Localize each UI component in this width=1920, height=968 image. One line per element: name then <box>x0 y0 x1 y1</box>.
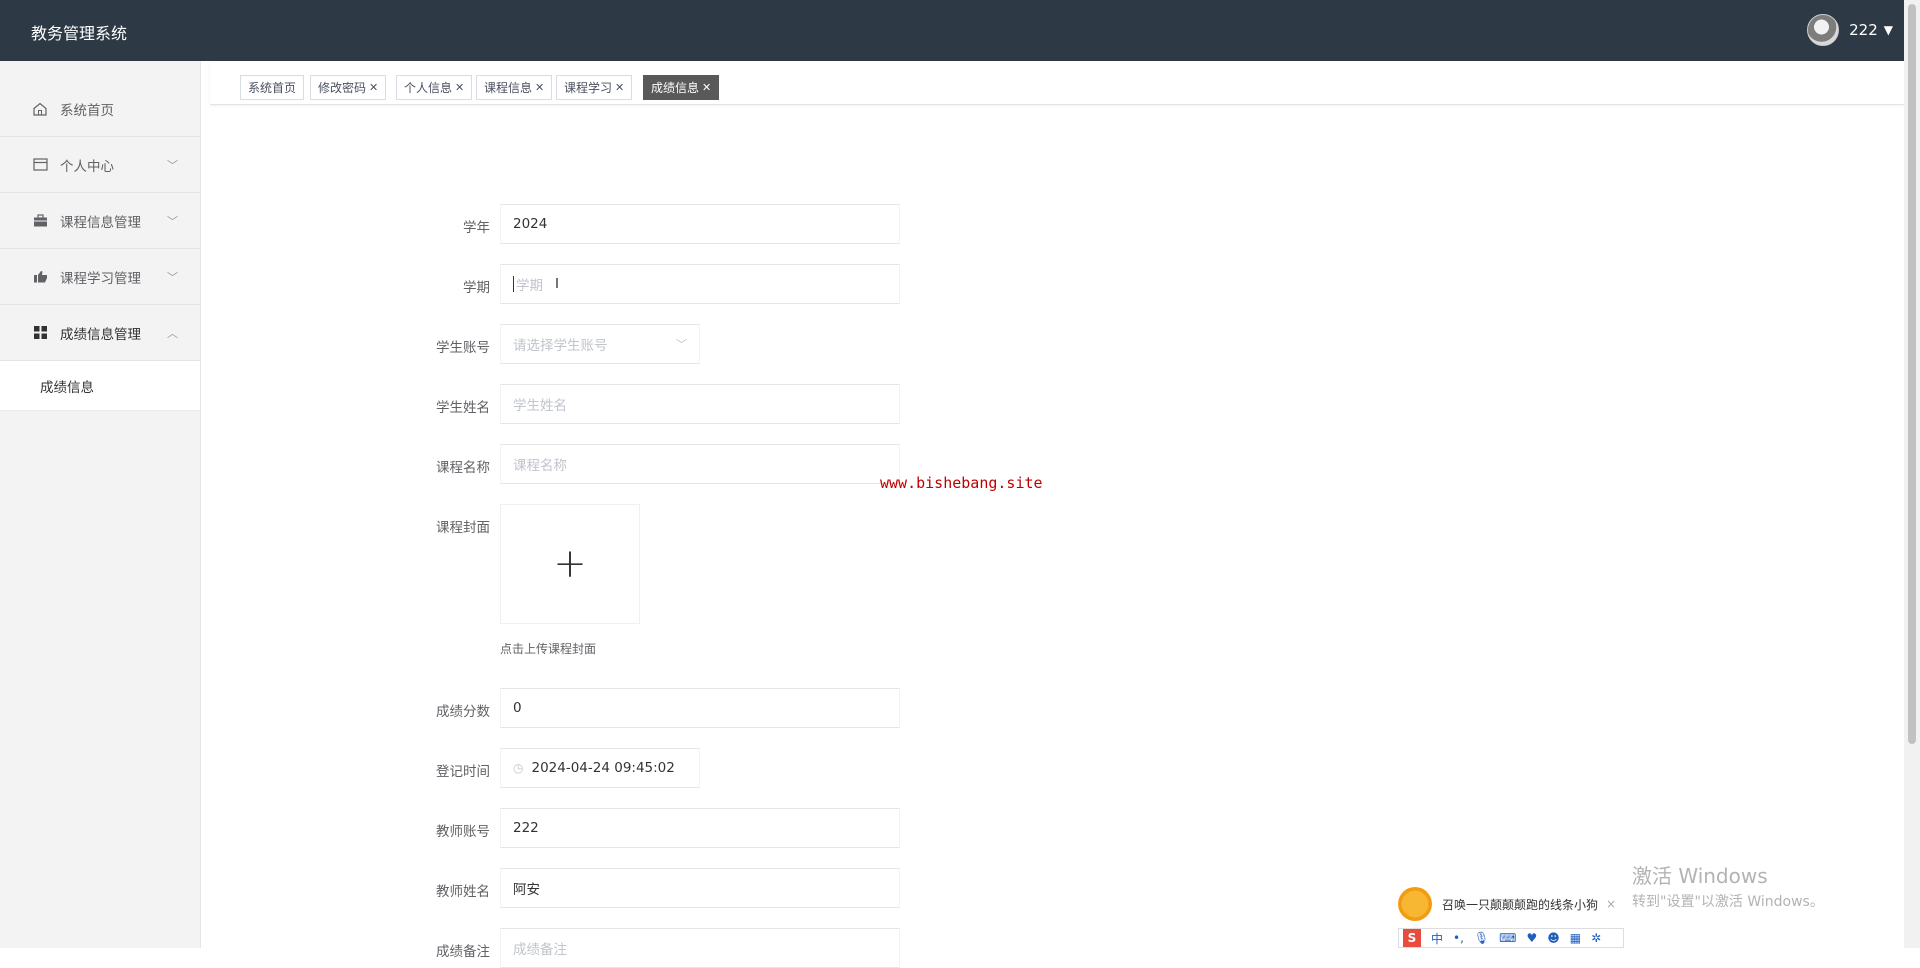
chevron-down-icon: ﹀ <box>167 271 178 284</box>
scrollbar-thumb[interactable] <box>1908 4 1916 744</box>
close-icon[interactable]: ✕ <box>455 81 464 94</box>
ime-tip-popup[interactable]: 召唤一只颠颠颠跑的线条小狗 × <box>1398 884 1620 924</box>
tab-home[interactable]: 系统首页 <box>240 75 305 100</box>
field-label: 教师账号 <box>436 824 490 840</box>
upload-tip: 点击上传课程封面 <box>500 642 597 656</box>
chevron-down-icon: ﹀ <box>167 215 178 228</box>
score-input[interactable]: 0 <box>500 688 900 728</box>
chevron-up-icon: ︿ <box>167 327 178 340</box>
datetime-value: 2024-04-24 09:45:02 <box>531 760 675 776</box>
tab-label: 课程信息 <box>484 81 533 95</box>
submenu-item-label: 成绩信息 <box>40 379 94 396</box>
ime-mode-toggle[interactable]: 中 <box>1431 930 1443 947</box>
avatar[interactable] <box>1807 14 1840 46</box>
register-time-picker[interactable]: ◷ 2024-04-24 09:45:02 <box>500 748 700 788</box>
submenu-item-score-info[interactable]: 成绩信息 <box>0 361 200 411</box>
keyboard-icon[interactable]: ⌨ <box>1499 931 1516 945</box>
field-label: 登记时间 <box>436 764 490 780</box>
ime-toolbar: S 中 •, 🎙 ⌨ ♥ ☻ ▦ ✲ <box>1398 928 1624 948</box>
teacher-name-input[interactable]: 阿安 <box>500 868 900 908</box>
student-name-input[interactable]: 学生姓名 <box>500 384 900 424</box>
text-cursor <box>513 276 514 292</box>
tab-label: 系统首页 <box>248 81 297 95</box>
placeholder: 请选择学生账号 <box>513 338 608 354</box>
sidebar-item-label: 系统首页 <box>60 102 114 119</box>
sidebar-item-course-study[interactable]: 课程学习管理 ﹀ <box>0 249 200 305</box>
microphone-icon[interactable]: 🎙 <box>1474 931 1489 945</box>
term-input[interactable]: 学期 I <box>500 264 900 304</box>
chevron-down-icon: ﹀ <box>676 338 687 351</box>
app-title: 教务管理系统 <box>31 24 128 43</box>
cover-upload-button[interactable]: + <box>500 504 640 624</box>
thumb-icon <box>30 270 50 283</box>
close-icon[interactable]: ✕ <box>535 81 544 94</box>
score-form: 学年 2024 学期 学期 I 学生账号 请选择学生账号 ﹀ 学生姓名 学生姓名 课… <box>400 100 1100 968</box>
sidebar-item-personal-center[interactable]: 个人中心 ﹀ <box>0 137 200 193</box>
chevron-down-icon: ﹀ <box>167 159 178 172</box>
watermark-text: www.bishebang.site <box>880 474 1043 492</box>
grid-icon <box>30 326 50 339</box>
sidebar-item-home[interactable]: 系统首页 <box>0 81 200 137</box>
tab-change-password[interactable]: 修改密码 ✕ <box>310 75 387 100</box>
field-label: 课程封面 <box>436 520 490 536</box>
plus-icon: + <box>553 541 587 587</box>
sidebar-item-label: 课程学习管理 <box>60 270 141 287</box>
field-label: 学生姓名 <box>436 400 490 416</box>
caret-down-icon[interactable]: ▼ <box>1884 23 1893 37</box>
field-label: 成绩分数 <box>436 704 490 720</box>
sidebar-item-label: 课程信息管理 <box>60 214 141 231</box>
punctuation-icon[interactable]: •, <box>1453 931 1464 945</box>
sidebar-item-label: 成绩信息管理 <box>60 326 141 343</box>
close-icon[interactable]: × <box>1606 897 1616 911</box>
placeholder: 学期 <box>516 278 543 294</box>
field-label: 学年 <box>463 220 490 236</box>
robot-icon[interactable]: ☻ <box>1547 931 1560 945</box>
tab-label: 个人信息 <box>404 81 453 95</box>
top-bar: 教务管理系统 222 ▼ <box>0 0 1920 61</box>
tab-course-study[interactable]: 课程学习 ✕ <box>556 75 633 100</box>
field-label: 成绩备注 <box>436 944 490 960</box>
year-input[interactable]: 2024 <box>500 204 900 244</box>
clock-icon: ◷ <box>513 761 524 775</box>
card-icon <box>30 158 50 171</box>
field-label: 学生账号 <box>436 340 490 356</box>
ime-tip-text: 召唤一只颠颠颠跑的线条小狗 <box>1442 897 1599 912</box>
remark-input[interactable]: 成绩备注 <box>500 928 900 968</box>
tab-label: 修改密码 <box>318 81 367 95</box>
tab-score-info[interactable]: 成绩信息 ✕ <box>643 75 720 100</box>
skin-icon[interactable]: ♥ <box>1526 931 1537 945</box>
field-label: 课程名称 <box>436 460 490 476</box>
sidebar: 系统首页 个人中心 ﹀ 课程信息管理 ﹀ 课程学习管理 ﹀ 成绩信息管理 ︿ 成… <box>0 61 201 948</box>
apps-icon[interactable]: ▦ <box>1570 931 1581 945</box>
windows-activation-notice: 激活 Windows 转到"设置"以激活 Windows。 <box>1632 860 1824 911</box>
username[interactable]: 222 <box>1849 21 1878 39</box>
ibeam-cursor-icon: I <box>555 276 559 292</box>
close-icon[interactable]: ✕ <box>369 81 378 94</box>
settings-icon[interactable]: ✲ <box>1591 931 1601 945</box>
tab-personal-info[interactable]: 个人信息 ✕ <box>396 75 473 100</box>
user-menu[interactable]: 222 ▼ <box>1807 14 1893 46</box>
field-label: 教师姓名 <box>436 884 490 900</box>
home-icon <box>30 102 50 116</box>
close-icon[interactable]: ✕ <box>702 81 711 94</box>
tab-label: 成绩信息 <box>651 81 700 95</box>
field-label: 学期 <box>463 280 490 296</box>
activation-subtitle: 转到"设置"以激活 Windows。 <box>1632 894 1824 910</box>
sun-mascot-icon <box>1398 887 1432 921</box>
activation-title: 激活 Windows <box>1632 864 1768 888</box>
sidebar-item-label: 个人中心 <box>60 158 114 175</box>
sidebar-item-score-info[interactable]: 成绩信息管理 ︿ <box>0 305 200 361</box>
sogou-logo-icon[interactable]: S <box>1403 929 1421 947</box>
close-icon[interactable]: ✕ <box>615 81 624 94</box>
teacher-account-input[interactable]: 222 <box>500 808 900 848</box>
tags-view: 系统首页 修改密码 ✕ 个人信息 ✕ 课程信息 ✕ 课程学习 ✕ 成绩信息 ✕ <box>210 61 1904 105</box>
tab-label: 课程学习 <box>564 81 613 95</box>
tab-course-info[interactable]: 课程信息 ✕ <box>476 75 553 100</box>
sidebar-item-course-info[interactable]: 课程信息管理 ﹀ <box>0 193 200 249</box>
briefcase-icon <box>30 214 50 227</box>
course-name-input[interactable]: 课程名称 <box>500 444 900 484</box>
page-scrollbar[interactable] <box>1904 0 1920 948</box>
student-account-select[interactable]: 请选择学生账号 ﹀ <box>500 324 700 364</box>
